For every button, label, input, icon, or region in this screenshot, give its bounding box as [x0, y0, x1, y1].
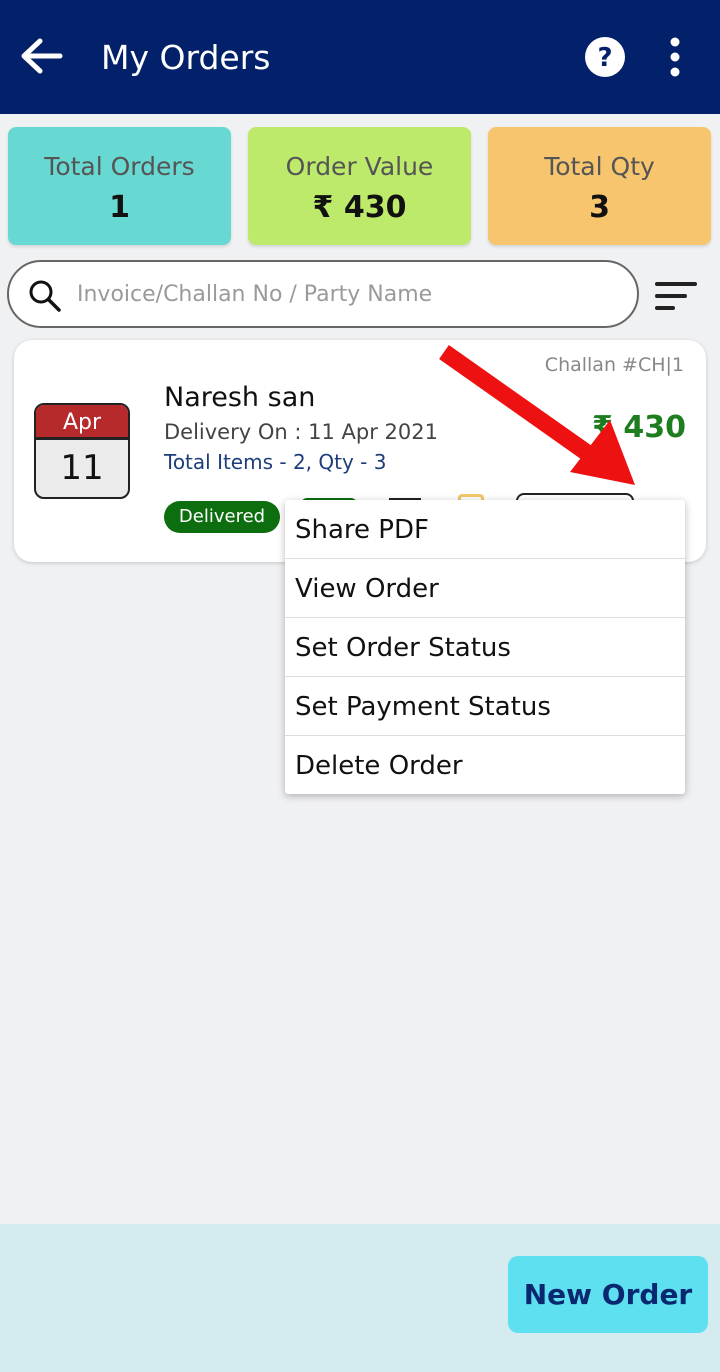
total-qty-label: Total Qty — [544, 152, 655, 181]
total-qty-value: 3 — [589, 190, 610, 225]
order-value-value: ₹ 430 — [312, 190, 407, 225]
sort-filter-button[interactable] — [652, 276, 700, 316]
total-qty-card: Total Qty 3 — [488, 127, 711, 245]
items-summary: Total Items - 2, Qty - 3 — [164, 450, 387, 474]
order-value-label: Order Value — [285, 152, 434, 181]
sort-icon[interactable] — [652, 276, 700, 316]
menu-item-view-order[interactable]: View Order — [285, 559, 685, 618]
menu-item-delete-order[interactable]: Delete Order — [285, 736, 685, 795]
more-options-button[interactable] — [660, 35, 690, 79]
calendar-icon: Apr 11 — [34, 403, 130, 499]
order-context-menu: Share PDF View Order Set Order Status Se… — [285, 500, 685, 794]
help-icon[interactable]: ? — [583, 35, 627, 79]
search-icon — [29, 280, 61, 312]
challan-number: Challan #CH|1 — [544, 354, 684, 376]
app-bar: My Orders ? — [0, 0, 720, 114]
order-amount: ₹ 430 — [592, 410, 686, 445]
back-arrow-icon[interactable] — [14, 32, 66, 80]
menu-item-set-order-status[interactable]: Set Order Status — [285, 618, 685, 677]
help-button[interactable]: ? — [583, 35, 627, 79]
calendar-month: Apr — [36, 405, 128, 440]
total-orders-card: Total Orders 1 — [8, 127, 231, 245]
party-name: Naresh san — [164, 382, 316, 413]
new-order-button[interactable]: New Order — [508, 1256, 708, 1333]
page-title: My Orders — [101, 38, 271, 77]
menu-item-set-payment-status[interactable]: Set Payment Status — [285, 677, 685, 736]
delivery-date: Delivery On : 11 Apr 2021 — [164, 420, 438, 444]
search-bar[interactable] — [7, 260, 639, 328]
total-orders-value: 1 — [109, 190, 130, 225]
menu-item-share-pdf[interactable]: Share PDF — [285, 500, 685, 559]
order-value-card: Order Value ₹ 430 — [248, 127, 471, 245]
more-vert-icon[interactable] — [660, 35, 690, 79]
search-input[interactable] — [77, 274, 617, 314]
svg-text:?: ? — [597, 43, 612, 73]
total-orders-label: Total Orders — [44, 152, 195, 181]
status-badge[interactable]: Delivered — [164, 501, 280, 533]
back-button[interactable] — [14, 32, 66, 80]
calendar-day: 11 — [60, 448, 104, 488]
